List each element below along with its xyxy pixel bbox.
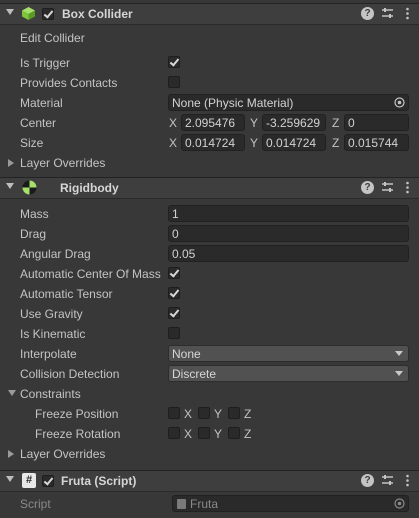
chevron-down-icon [395, 371, 403, 376]
interpolate-dropdown[interactable]: None [168, 345, 409, 362]
freeze-rotation-x-checkbox[interactable] [168, 427, 180, 439]
freeze-rotation-z-checkbox[interactable] [228, 427, 240, 439]
edit-collider-button[interactable]: Edit Collider [20, 31, 85, 45]
mass-label: Mass [20, 207, 49, 221]
material-label: Material [20, 96, 63, 110]
angular-drag-label: Angular Drag [20, 247, 91, 261]
size-y-label: Y [250, 136, 259, 150]
component-title: Rigidbody [60, 181, 119, 195]
layer-overrides-foldout[interactable]: Layer Overrides [20, 447, 105, 461]
collapse-arrow-icon[interactable] [6, 183, 14, 189]
object-picker-icon[interactable] [394, 97, 405, 108]
collapse-arrow-icon[interactable] [8, 390, 16, 396]
help-icon[interactable]: ? [361, 474, 374, 487]
sliders-icon[interactable] [381, 474, 394, 487]
component-title: Box Collider [62, 7, 133, 21]
rigidbody-header[interactable]: Rigidbody ? [0, 177, 419, 199]
use-gravity-label: Use Gravity [20, 307, 83, 321]
center-label: Center [20, 116, 57, 130]
axis-z-label: Z [244, 407, 252, 421]
object-picker-icon [394, 498, 405, 509]
axis-y-label: Y [214, 427, 223, 441]
header-icons: ? [361, 181, 413, 195]
script-label: Script [20, 497, 51, 511]
material-field[interactable]: None (Physic Material) [168, 94, 409, 111]
help-icon[interactable]: ? [361, 7, 374, 20]
rigidbody-icon [22, 180, 37, 195]
is-trigger-checkbox[interactable] [168, 56, 180, 68]
provides-contacts-label: Provides Contacts [20, 76, 118, 90]
freeze-rotation-label: Freeze Rotation [35, 427, 121, 441]
drag-field[interactable]: 0 [168, 225, 409, 242]
is-kinematic-label: Is Kinematic [20, 327, 86, 341]
use-gravity-checkbox[interactable] [168, 307, 180, 319]
box-collider-enabled-checkbox[interactable] [42, 8, 54, 20]
component-title: Fruta (Script) [61, 474, 137, 488]
collision-detection-label: Collision Detection [20, 367, 120, 381]
auto-tensor-label: Automatic Tensor [20, 287, 113, 301]
size-y-field[interactable]: 0.014724 [262, 134, 326, 151]
center-y-field[interactable]: -3.259629 [262, 114, 326, 131]
center-x-field[interactable]: 2.095476 [181, 114, 245, 131]
kebab-menu-icon[interactable] [401, 474, 414, 487]
is-trigger-label: Is Trigger [20, 56, 71, 70]
collapse-arrow-icon[interactable] [6, 476, 14, 482]
is-kinematic-checkbox[interactable] [168, 327, 180, 339]
center-y-label: Y [250, 116, 259, 130]
script-enabled-checkbox[interactable] [42, 475, 54, 487]
expand-arrow-icon[interactable] [8, 159, 14, 167]
axis-y-label: Y [214, 407, 223, 421]
header-icons: ? [361, 7, 413, 21]
auto-com-checkbox[interactable] [168, 267, 180, 279]
collision-detection-value: Discrete [172, 367, 217, 381]
interpolate-value: None [172, 347, 201, 361]
center-z-label: Z [332, 116, 340, 130]
box-collider-header[interactable]: Box Collider ? [0, 3, 419, 25]
freeze-position-z-checkbox[interactable] [228, 407, 240, 419]
interpolate-label: Interpolate [20, 347, 77, 361]
script-header[interactable]: # Fruta (Script) ? [0, 470, 419, 492]
collision-detection-dropdown[interactable]: Discrete [168, 365, 409, 382]
kebab-menu-icon[interactable] [401, 181, 414, 194]
axis-x-label: X [184, 407, 193, 421]
script-field: Fruta [172, 495, 409, 512]
size-label: Size [20, 136, 44, 150]
size-x-label: X [169, 136, 178, 150]
constraints-foldout[interactable]: Constraints [20, 387, 81, 401]
expand-arrow-icon[interactable] [8, 450, 14, 458]
freeze-position-x-checkbox[interactable] [168, 407, 180, 419]
material-value: None (Physic Material) [172, 96, 294, 110]
kebab-menu-icon[interactable] [401, 7, 414, 20]
auto-tensor-checkbox[interactable] [168, 287, 180, 299]
angular-drag-field[interactable]: 0.05 [168, 245, 409, 262]
drag-label: Drag [20, 227, 47, 241]
script-hash-icon: # [22, 473, 36, 488]
sliders-icon[interactable] [381, 7, 394, 20]
freeze-rotation-y-checkbox[interactable] [198, 427, 210, 439]
provides-contacts-checkbox[interactable] [168, 76, 180, 88]
size-z-label: Z [332, 136, 340, 150]
help-icon[interactable]: ? [361, 181, 374, 194]
layer-overrides-foldout[interactable]: Layer Overrides [20, 156, 105, 170]
chevron-down-icon [395, 351, 403, 356]
center-z-field[interactable]: 0 [344, 114, 409, 131]
mass-field[interactable]: 1 [168, 205, 409, 222]
header-icons: ? [361, 474, 413, 488]
auto-com-label: Automatic Center Of Mass [20, 267, 161, 281]
center-x-label: X [169, 116, 178, 130]
axis-z-label: Z [244, 427, 252, 441]
axis-x-label: X [184, 427, 193, 441]
sliders-icon[interactable] [381, 181, 394, 194]
size-z-field[interactable]: 0.015744 [344, 134, 409, 151]
freeze-position-label: Freeze Position [35, 407, 119, 421]
script-file-icon [177, 499, 186, 509]
collapse-arrow-icon[interactable] [6, 9, 14, 15]
cube-icon [21, 6, 36, 21]
size-x-field[interactable]: 0.014724 [181, 134, 245, 151]
freeze-position-y-checkbox[interactable] [198, 407, 210, 419]
